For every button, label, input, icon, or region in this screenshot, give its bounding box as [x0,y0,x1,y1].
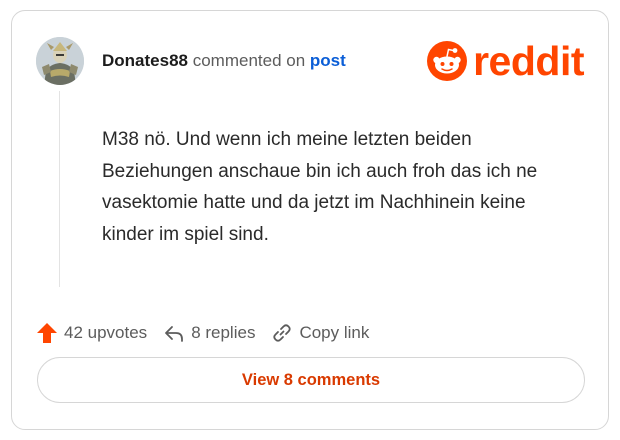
reddit-snoo-icon [427,41,468,81]
comment-actions: 42 upvotes 8 replies Copy link [36,319,385,347]
username-link[interactable]: Donates88 [102,51,188,70]
upvote-button[interactable]: 42 upvotes [36,322,147,344]
reddit-wordmark: reddit [473,37,584,84]
thread-line[interactable] [59,91,60,287]
reply-count: 8 replies [191,323,256,342]
view-comments-button[interactable]: View 8 comments [37,357,585,403]
comment-header: Donates88 commented on post reddit [36,37,584,85]
copy-link-label: Copy link [299,323,370,342]
upvote-arrow-icon [37,323,57,343]
post-link[interactable]: post [310,51,346,70]
comment-body: M38 nö. Und wenn ich meine letzten beide… [102,129,538,245]
copy-link-button[interactable]: Copy link [271,322,369,344]
reddit-logo[interactable]: reddit [427,39,584,83]
reply-arrow-icon [165,326,184,342]
link-icon [273,324,292,342]
comment-embed-card: Donates88 commented on post reddit M38 n… [11,10,609,430]
armored-character-avatar-icon [36,37,84,85]
upvote-count: 42 upvotes [64,323,148,342]
replies-button[interactable]: 8 replies [163,322,255,344]
avatar[interactable] [36,37,84,85]
commented-on-text: commented on [192,51,306,70]
comment-byline: Donates88 commented on post [102,51,346,71]
